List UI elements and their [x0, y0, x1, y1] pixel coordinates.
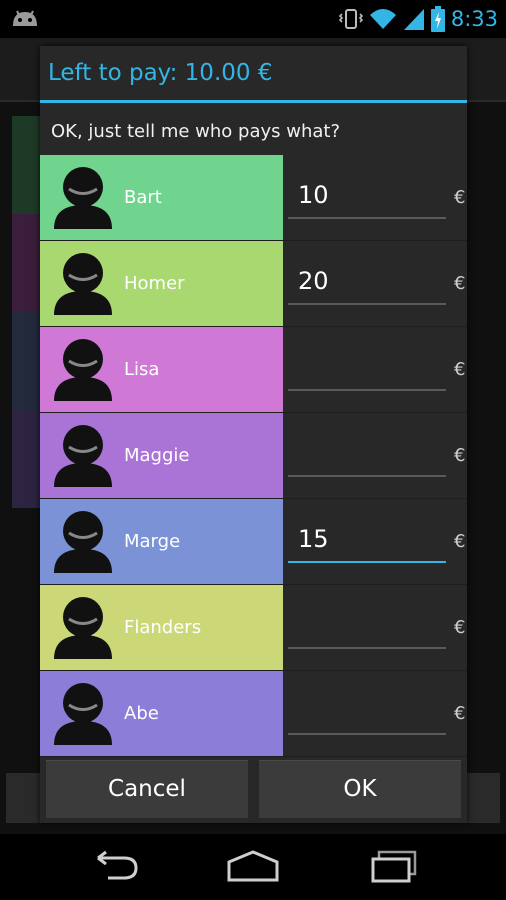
- person-avatar-icon: [54, 425, 112, 487]
- amount-field-wrapper: [288, 173, 446, 219]
- person-avatar-icon: [54, 597, 112, 659]
- payer-list: Bart € Homer €: [40, 155, 467, 757]
- payer-row-lisa: Lisa €: [40, 327, 467, 413]
- dialog-message: OK, just tell me who pays what?: [51, 121, 341, 142]
- navigation-bar: [0, 834, 506, 900]
- dialog-buttons: Cancel OK: [40, 760, 467, 823]
- status-time: 8:33: [450, 7, 498, 31]
- amount-field-wrapper: [288, 431, 446, 477]
- home-icon[interactable]: [223, 848, 283, 884]
- android-notification-icon: [13, 10, 37, 26]
- payer-row-maggie: Maggie €: [40, 413, 467, 499]
- dialog-title: Left to pay: 10.00 €: [40, 46, 467, 103]
- background-button: [464, 773, 500, 823]
- payer-card: Lisa: [40, 327, 283, 412]
- status-bar: 8:33: [0, 0, 506, 38]
- cancel-button[interactable]: Cancel: [46, 760, 248, 818]
- currency-label: €: [454, 273, 466, 294]
- amount-input[interactable]: [298, 431, 438, 475]
- amount-input[interactable]: [298, 689, 438, 733]
- person-avatar-icon: [54, 683, 112, 745]
- currency-label: €: [454, 703, 466, 724]
- payer-row-flanders: Flanders €: [40, 585, 467, 671]
- wifi-icon: [369, 9, 396, 29]
- currency-label: €: [454, 359, 466, 380]
- vibrate-icon: [338, 9, 363, 29]
- payer-name: Flanders: [124, 617, 202, 638]
- currency-label: €: [454, 187, 466, 208]
- payer-row-homer: Homer €: [40, 241, 467, 327]
- amount-field-wrapper: [288, 259, 446, 305]
- amount-field-wrapper: [288, 517, 446, 563]
- payer-card: Homer: [40, 241, 283, 326]
- payer-name: Lisa: [124, 359, 160, 380]
- payer-row-bart: Bart €: [40, 155, 467, 241]
- amount-input[interactable]: [298, 173, 438, 217]
- signal-icon: [403, 9, 424, 30]
- ok-button[interactable]: OK: [259, 760, 461, 818]
- payer-card: Maggie: [40, 413, 283, 498]
- background-list: [12, 116, 40, 508]
- amount-input[interactable]: [298, 345, 438, 389]
- currency-label: €: [454, 617, 466, 638]
- currency-label: €: [454, 531, 466, 552]
- back-icon[interactable]: [84, 848, 144, 884]
- person-avatar-icon: [54, 167, 112, 229]
- payer-name: Maggie: [124, 445, 190, 466]
- payer-name: Marge: [124, 531, 181, 552]
- amount-field-wrapper: [288, 603, 446, 649]
- amount-field-wrapper: [288, 345, 446, 391]
- battery-icon: [430, 6, 445, 32]
- payer-row-abe: Abe €: [40, 671, 467, 757]
- payer-card: Flanders: [40, 585, 283, 670]
- amount-input[interactable]: [298, 603, 438, 647]
- payer-card: Bart: [40, 155, 283, 240]
- amount-field-wrapper: [288, 689, 446, 735]
- person-avatar-icon: [54, 339, 112, 401]
- payer-card: Abe: [40, 671, 283, 756]
- amount-input[interactable]: [298, 517, 438, 561]
- currency-label: €: [454, 445, 466, 466]
- payer-name: Homer: [124, 273, 185, 294]
- payer-row-marge: Marge €: [40, 499, 467, 585]
- person-avatar-icon: [54, 253, 112, 315]
- payer-name: Abe: [124, 703, 159, 724]
- amount-input[interactable]: [298, 259, 438, 303]
- person-avatar-icon: [54, 511, 112, 573]
- recent-apps-icon[interactable]: [365, 848, 425, 884]
- payer-card: Marge: [40, 499, 283, 584]
- payer-name: Bart: [124, 187, 162, 208]
- payment-dialog: Left to pay: 10.00 € OK, just tell me wh…: [40, 46, 467, 823]
- background-button: [6, 773, 42, 823]
